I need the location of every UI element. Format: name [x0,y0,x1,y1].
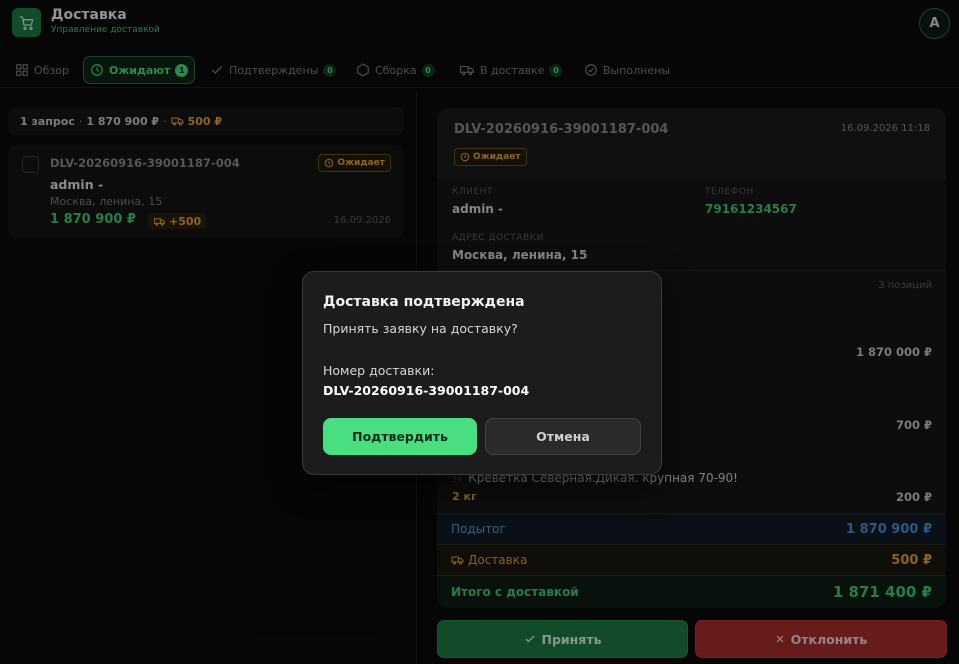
delivery-number-label: Номер доставки: [323,363,435,378]
delivery-number-value: DLV-20260916-39001187-004 [323,383,530,398]
dialog-title: Доставка подтверждена [323,294,525,310]
confirm-button[interactable]: Подтвердить [323,418,477,455]
confirm-dialog: Доставка подтверждена Принять заявку на … [302,271,662,475]
cancel-button[interactable]: Отмена [485,418,641,455]
dialog-question: Принять заявку на доставку? [323,321,518,336]
